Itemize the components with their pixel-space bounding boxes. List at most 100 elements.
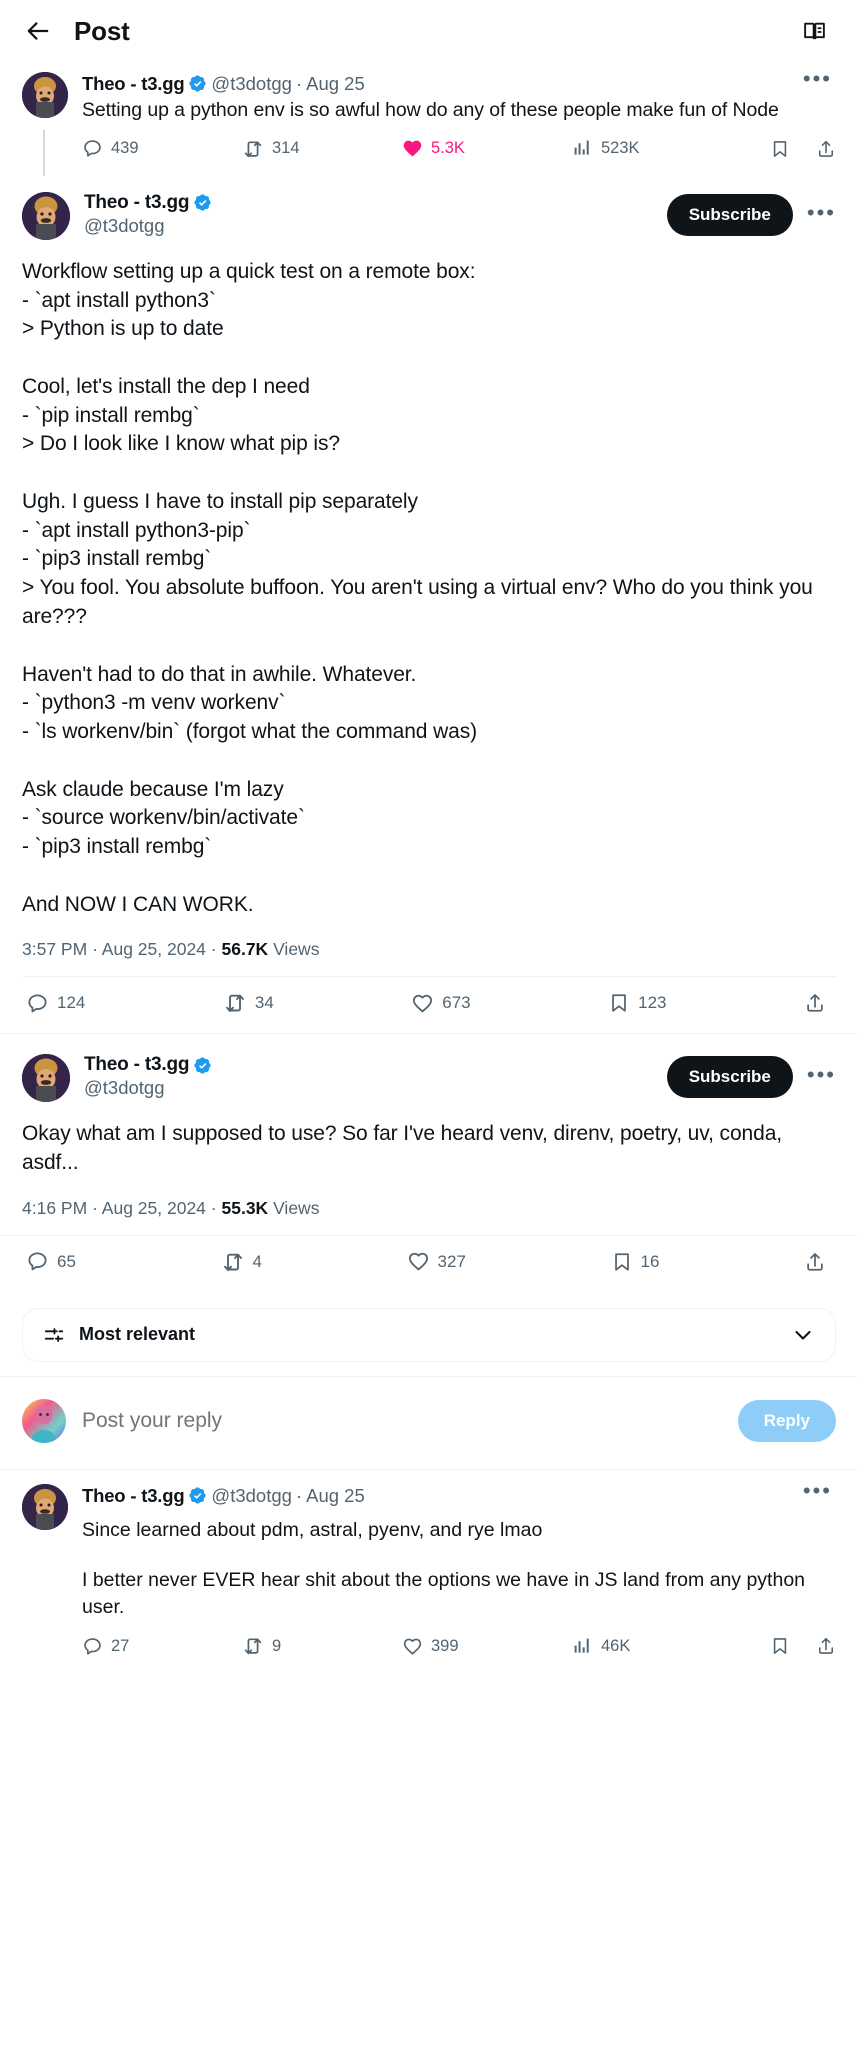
repost-button[interactable]: 34 [223, 991, 274, 1015]
share-icon [807, 994, 823, 1013]
avatar[interactable] [22, 72, 68, 118]
reply-button[interactable]: 439 [82, 138, 242, 159]
reply-input[interactable] [82, 1408, 738, 1433]
reply-button[interactable]: 65 [26, 1250, 76, 1273]
second-tweet: Theo - t3.gg @t3dotgg Subscribe ••• Okay… [0, 1034, 858, 1235]
sort-filter-button[interactable]: Most relevant [22, 1307, 836, 1362]
author-handle[interactable]: @t3dotgg [84, 215, 667, 237]
sort-filter-wrap: Most relevant [0, 1292, 858, 1376]
page-header: Post [0, 0, 858, 62]
author-display-name[interactable]: Theo - t3.gg [84, 192, 189, 214]
reply-button[interactable]: 27 [82, 1636, 242, 1657]
share-button[interactable] [816, 1636, 836, 1656]
back-button[interactable] [16, 9, 60, 53]
reply-icon [28, 994, 47, 1013]
reply-count: 124 [57, 993, 86, 1013]
avatar[interactable] [22, 1483, 68, 1530]
views-button[interactable]: 46K [572, 1636, 722, 1657]
repost-count: 34 [254, 993, 274, 1013]
author-display-name[interactable]: Theo - t3.gg [82, 72, 185, 95]
sort-filter-label: Most relevant [79, 1324, 196, 1345]
current-user-avatar[interactable] [22, 1398, 66, 1443]
bookmark-icon [773, 1638, 787, 1655]
more-options-button[interactable]: ••• [793, 198, 836, 228]
author-display-name[interactable]: Theo - t3.gg [82, 1484, 185, 1507]
bookmark-button[interactable] [770, 1636, 790, 1656]
reply-tweet[interactable]: Theo - t3.gg @t3dotgg · Aug 25 ••• Since… [0, 1470, 858, 1673]
bookmark-icon [612, 994, 626, 1013]
verified-badge-icon [193, 193, 212, 212]
share-button[interactable] [804, 992, 826, 1014]
views-button[interactable]: 523K [572, 138, 722, 159]
share-icon [807, 1253, 823, 1271]
repost-icon [223, 1253, 242, 1271]
avatar-image [22, 1483, 68, 1530]
bookmark-icon [614, 1253, 629, 1271]
divider [22, 976, 836, 978]
like-button[interactable]: 673 [411, 992, 471, 1015]
author-handle[interactable]: @t3dotgg [211, 1484, 292, 1507]
views-count: 523K [601, 139, 640, 158]
author-handle[interactable]: @t3dotgg [84, 1077, 667, 1099]
reply-button[interactable]: 124 [26, 992, 85, 1015]
avatar[interactable] [22, 191, 70, 240]
like-button[interactable]: 5.3K [402, 138, 572, 159]
reply-icon [84, 140, 101, 157]
second-tweet-action-bar: 65 4 327 16 [22, 1250, 836, 1292]
avatar[interactable] [22, 1054, 70, 1103]
reader-mode-button[interactable] [792, 9, 836, 53]
verified-badge-icon [188, 74, 207, 93]
author-handle[interactable]: @t3dotgg [211, 72, 292, 95]
second-tweet-meta: 4:16 PM · Aug 25, 2024 · 55.3K Views [22, 1198, 836, 1235]
reply-tweet-text-line-1: Since learned about pdm, astral, pyenv, … [82, 1519, 543, 1542]
views-label: Views [273, 939, 320, 960]
bookmark-button[interactable] [770, 139, 790, 159]
author-display-name[interactable]: Theo - t3.gg [84, 1054, 189, 1076]
bookmark-button[interactable]: 16 [611, 1251, 660, 1273]
repost-button[interactable]: 4 [221, 1250, 262, 1274]
reply-tweet-text-line-2: I better never EVER hear shit about the … [82, 1568, 806, 1619]
post-time[interactable]: 4:16 PM [22, 1198, 87, 1218]
reply-submit-button[interactable]: Reply [737, 1399, 836, 1442]
reply-tweet-body: Since learned about pdm, astral, pyenv, … [82, 1517, 836, 1622]
more-options-button[interactable]: ••• [791, 67, 836, 95]
share-button[interactable] [804, 1251, 826, 1273]
page-title: Post [74, 15, 130, 46]
reply-count: 65 [57, 1251, 76, 1271]
reply-count: 439 [111, 139, 139, 158]
tweet-date[interactable]: Aug 25 [306, 72, 365, 95]
post-date[interactable]: Aug 25, 2024 [102, 1198, 206, 1218]
like-button[interactable]: 399 [402, 1636, 572, 1657]
subscribe-button[interactable]: Subscribe [666, 1056, 793, 1099]
like-button[interactable]: 327 [407, 1250, 466, 1273]
chevron-down-icon [795, 1330, 811, 1340]
focal-tweet-meta: 3:57 PM · Aug 25, 2024 · 56.7K Views [22, 939, 836, 976]
meta-separator-1: · [92, 1197, 98, 1218]
parent-tweet-name-row: Theo - t3.gg @t3dotgg · Aug 25 ••• [82, 67, 836, 95]
bookmark-count: 16 [640, 1251, 660, 1271]
post-date[interactable]: Aug 25, 2024 [102, 939, 206, 959]
focal-tweet-action-bar-wrap: 124 34 673 123 [0, 991, 858, 1034]
views-label: Views [273, 1197, 320, 1218]
bookmark-count: 123 [638, 993, 667, 1013]
heart-icon [413, 994, 433, 1013]
heart-icon [403, 1638, 422, 1655]
repost-button[interactable]: 9 [242, 1635, 402, 1657]
more-options-button[interactable]: ••• [791, 1479, 836, 1507]
repost-button[interactable]: 314 [242, 138, 402, 160]
repost-icon [244, 141, 262, 158]
repost-icon [225, 995, 244, 1013]
avatar-image [22, 191, 70, 240]
share-button[interactable] [816, 139, 836, 159]
second-tweet-header: Theo - t3.gg @t3dotgg Subscribe ••• [22, 1038, 836, 1103]
tweet-date[interactable]: Aug 25 [306, 1484, 365, 1507]
views-count: 46K [601, 1636, 631, 1655]
reply-count: 27 [111, 1636, 130, 1655]
repost-icon [244, 1638, 262, 1655]
subscribe-button[interactable]: Subscribe [666, 193, 793, 236]
bookmark-button[interactable]: 123 [608, 992, 667, 1014]
heart-icon [408, 1253, 428, 1271]
parent-tweet[interactable]: Theo - t3.gg @t3dotgg · Aug 25 ••• Setti… [0, 62, 858, 186]
more-options-button[interactable]: ••• [793, 1060, 836, 1090]
post-time[interactable]: 3:57 PM [22, 939, 87, 959]
